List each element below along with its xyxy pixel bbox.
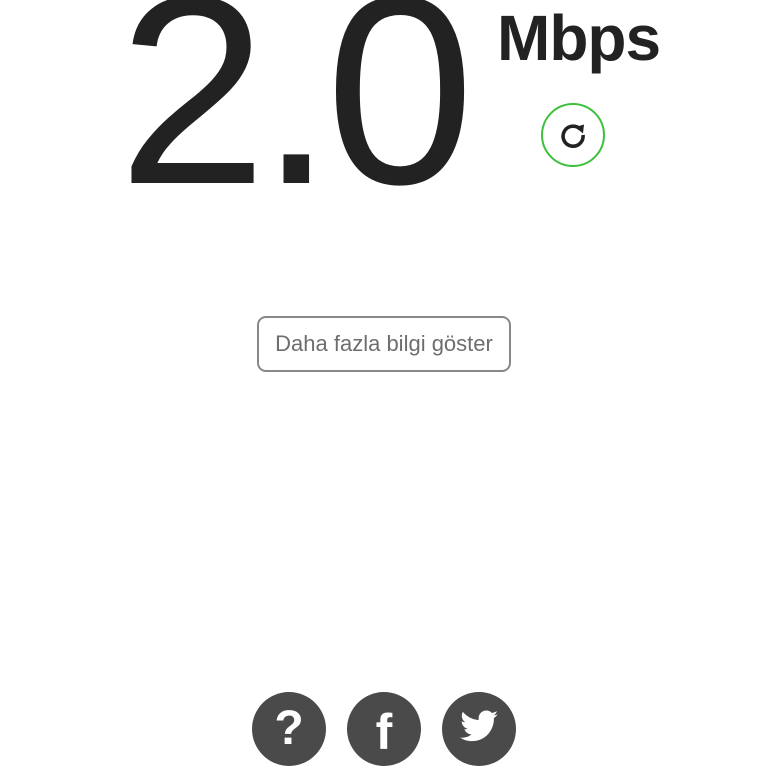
- speed-unit: Mbps: [497, 2, 661, 74]
- more-info-button[interactable]: Daha fazla bilgi göster: [257, 316, 511, 372]
- facebook-button[interactable]: f: [347, 692, 421, 766]
- help-button[interactable]: ?: [252, 692, 326, 766]
- twitter-icon: [459, 710, 499, 749]
- facebook-icon: f: [375, 704, 393, 760]
- help-icon: ?: [274, 702, 304, 755]
- twitter-button[interactable]: [442, 692, 516, 766]
- speed-test-page: 2.0 Mbps Daha fazla bilgi göster ? f: [0, 0, 768, 768]
- refresh-button[interactable]: [541, 103, 605, 167]
- refresh-icon: [556, 118, 590, 152]
- speed-value: 2.0: [118, 0, 475, 240]
- footer-social-links: ? f: [252, 692, 522, 768]
